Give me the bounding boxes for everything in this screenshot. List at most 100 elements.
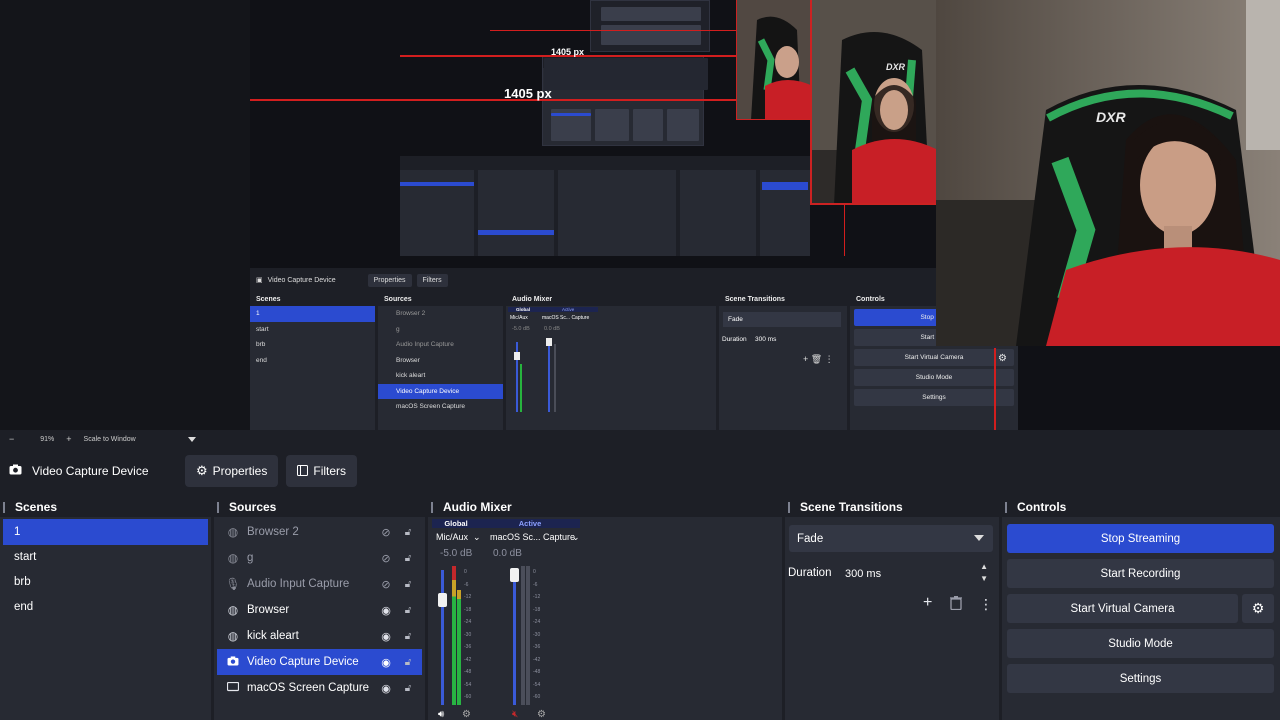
duration-field[interactable]: 300 ms ▲ ▼ bbox=[837, 560, 994, 587]
spinner-up-icon[interactable]: ▲ bbox=[980, 562, 988, 571]
speaker-icon[interactable]: 🔊︎ bbox=[438, 709, 444, 720]
lock-icon[interactable]: 🔓︎ bbox=[402, 631, 414, 642]
channel-db-mic: -5.0 dB bbox=[440, 548, 473, 559]
source-item[interactable]: 🎙︎ Audio Input Capture ⊘ 🔓︎ bbox=[217, 571, 422, 597]
lock-icon[interactable]: 🔓︎ bbox=[402, 553, 414, 564]
nested-transitions-panel: Scene Transitions Fade Duration 300 ms +… bbox=[719, 294, 847, 430]
meter-mic-left bbox=[452, 566, 456, 705]
sources-dock: Sources ◍ Browser 2 ⊘ 🔓︎ ◍ g ⊘ 🔓︎ 🎙︎ Aud… bbox=[214, 497, 425, 720]
nested-dock-2 bbox=[400, 156, 810, 256]
fader-track-desktop[interactable] bbox=[513, 570, 516, 705]
scene-transitions-header: Scene Transitions bbox=[785, 497, 999, 517]
nested-mixer-global: Global bbox=[516, 307, 531, 312]
lock-icon[interactable]: 🔓︎ bbox=[402, 683, 414, 694]
fader-handle-desktop[interactable] bbox=[510, 568, 519, 582]
hidden-eye-icon[interactable]: ⊘ bbox=[379, 578, 393, 591]
nested-properties-button: Properties bbox=[367, 273, 412, 287]
transition-select[interactable]: Fade bbox=[789, 525, 993, 552]
nested-gear-icon: ⚙ bbox=[998, 353, 1007, 364]
eye-icon[interactable]: ◉ bbox=[379, 604, 393, 617]
eye-icon[interactable]: ◉ bbox=[379, 682, 393, 695]
nested-source-title: Video Capture Device bbox=[267, 276, 336, 284]
mixer-tab-global[interactable]: Global bbox=[432, 519, 480, 528]
filters-label: Filters bbox=[313, 464, 347, 478]
virtual-camera-settings-button[interactable]: ⚙ bbox=[1242, 594, 1274, 623]
nested-context-bar: ▣ Video Capture Device Properties Filter… bbox=[250, 268, 1018, 292]
fader-track-mic[interactable] bbox=[441, 570, 444, 705]
transition-select-value: Fade bbox=[797, 532, 824, 545]
channel-name-mic[interactable]: Mic/Aux bbox=[436, 532, 468, 542]
scale-dropdown-icon[interactable] bbox=[187, 436, 196, 442]
zoom-out-button[interactable]: − bbox=[9, 434, 14, 444]
zoom-in-button[interactable]: + bbox=[66, 434, 71, 444]
nested-mixer-panel: Audio Mixer Global Active Mic/Aux macOS … bbox=[506, 294, 716, 430]
source-item[interactable]: Video Capture Device ◉ 🔓︎ bbox=[217, 649, 422, 675]
mixer-gear-icon[interactable]: ⚙ bbox=[537, 709, 546, 720]
stop-streaming-button[interactable]: Stop Streaming bbox=[1007, 524, 1274, 553]
scene-item[interactable]: end bbox=[3, 594, 208, 620]
nested-source-item: Audio Input Capture bbox=[396, 341, 454, 348]
measure-line-upper bbox=[490, 30, 740, 31]
filters-button[interactable]: Filters bbox=[286, 455, 358, 487]
dock-grip-icon[interactable] bbox=[1005, 501, 1011, 513]
camera-icon bbox=[9, 464, 22, 478]
mixer-gear-icon[interactable]: ⚙ bbox=[462, 709, 471, 720]
globe-icon: ◍ bbox=[227, 525, 239, 539]
spinner-down-icon[interactable]: ▼ bbox=[980, 574, 988, 583]
chevron-down-icon[interactable]: ⌄ bbox=[473, 532, 481, 543]
lock-icon[interactable]: 🔓︎ bbox=[402, 605, 414, 616]
duration-value: 300 ms bbox=[845, 567, 882, 580]
channel-name-desktop[interactable]: macOS Sc... Capture bbox=[490, 532, 575, 542]
muted-speaker-icon[interactable]: 🔇︎ bbox=[512, 709, 518, 720]
source-item[interactable]: ◍ g ⊘ 🔓︎ bbox=[217, 545, 422, 571]
properties-button[interactable]: ⚙ Properties bbox=[185, 455, 279, 487]
nested-mixer-active: Active bbox=[562, 307, 575, 312]
lock-icon[interactable]: 🔓︎ bbox=[402, 657, 414, 668]
context-source: Video Capture Device bbox=[9, 464, 185, 478]
audio-mixer-dock: Audio Mixer bbox=[428, 497, 782, 720]
nested-webcam-2: DXR bbox=[810, 0, 936, 205]
dock-grip-icon[interactable] bbox=[788, 501, 794, 513]
eye-icon[interactable]: ◉ bbox=[379, 656, 393, 669]
nested-transitions-header: Scene Transitions bbox=[719, 294, 847, 306]
dock-grip-icon[interactable] bbox=[3, 501, 9, 513]
chevron-down-icon[interactable]: ⌄ bbox=[572, 532, 580, 543]
microphone-icon: 🎙︎ bbox=[225, 577, 241, 591]
hidden-eye-icon[interactable]: ⊘ bbox=[379, 552, 393, 565]
more-options-icon[interactable]: ⋮ bbox=[979, 596, 993, 613]
settings-button[interactable]: Settings bbox=[1007, 664, 1274, 693]
mixer-tab-active[interactable]: Active bbox=[510, 519, 550, 528]
preview-area[interactable]: 1405 px 1405 px DXR ▣ Video Capture Devi… bbox=[0, 0, 1280, 430]
scenes-header: Scenes bbox=[0, 497, 211, 517]
nested-scene-item: start bbox=[256, 325, 269, 333]
studio-mode-button[interactable]: Studio Mode bbox=[1007, 629, 1274, 658]
scene-item[interactable]: start bbox=[3, 544, 208, 570]
nested-start-virtual-camera: Start Virtual Camera bbox=[854, 349, 1014, 366]
nested-scenes-panel: Scenes 1 start brb end bbox=[250, 294, 375, 430]
nested-webcam-3 bbox=[736, 0, 812, 120]
source-item[interactable]: macOS Screen Capture ◉ 🔓︎ bbox=[217, 675, 422, 701]
start-virtual-camera-button[interactable]: Start Virtual Camera bbox=[1007, 594, 1238, 623]
context-bar: Video Capture Device ⚙ Properties Filter… bbox=[0, 448, 1280, 494]
nested-scenes-header: Scenes bbox=[250, 294, 375, 306]
trash-icon[interactable] bbox=[950, 596, 962, 613]
nested-sources-header: Sources bbox=[378, 294, 503, 306]
dock-grip-icon[interactable] bbox=[217, 501, 223, 513]
scene-item[interactable]: brb bbox=[3, 569, 208, 595]
scene-item[interactable]: 1 bbox=[3, 519, 208, 545]
start-recording-button[interactable]: Start Recording bbox=[1007, 559, 1274, 588]
lock-icon[interactable]: 🔓︎ bbox=[402, 579, 414, 590]
eye-icon[interactable]: ◉ bbox=[379, 630, 393, 643]
dock-grip-icon[interactable] bbox=[431, 501, 437, 513]
fader-handle-mic[interactable] bbox=[438, 593, 447, 607]
source-item[interactable]: ◍ Browser 2 ⊘ 🔓︎ bbox=[217, 519, 422, 545]
gear-icon: ⚙ bbox=[196, 463, 208, 478]
source-item[interactable]: ◍ kick aleart ◉ 🔓︎ bbox=[217, 623, 422, 649]
add-transition-icon[interactable]: + bbox=[923, 594, 932, 612]
meter-desktop-left bbox=[521, 566, 525, 705]
context-source-title: Video Capture Device bbox=[32, 464, 149, 478]
lock-icon[interactable]: 🔓︎ bbox=[402, 527, 414, 538]
source-item[interactable]: ◍ Browser ◉ 🔓︎ bbox=[217, 597, 422, 623]
mixer-tab-bar: Global Active bbox=[432, 519, 580, 528]
hidden-eye-icon[interactable]: ⊘ bbox=[379, 526, 393, 539]
